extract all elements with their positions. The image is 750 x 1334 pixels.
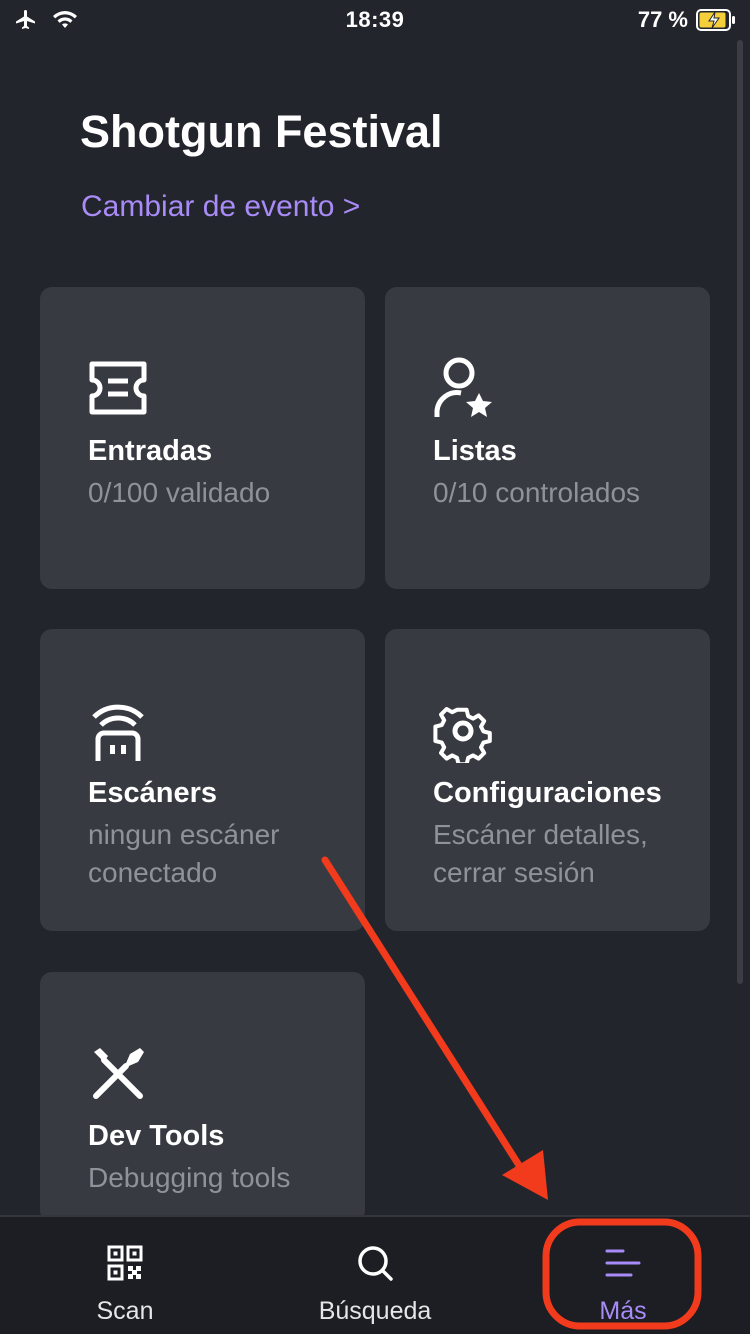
card-listas[interactable]: Listas 0/10 controlados <box>385 287 710 589</box>
menu-icon <box>605 1249 641 1277</box>
user-star-icon <box>434 357 492 417</box>
battery-charging-icon <box>696 9 735 31</box>
tab-mas[interactable]: Más <box>498 1217 748 1334</box>
card-configuraciones[interactable]: Configuraciones Escáner detalles, cerrar… <box>385 629 710 931</box>
battery-percentage: 77 % <box>637 7 688 32</box>
card-dev-tools[interactable]: Dev Tools Debugging tools <box>40 972 365 1222</box>
card-subtitle: 0/10 controlados <box>433 477 641 508</box>
card-subtitle: Debugging tools <box>88 1162 291 1193</box>
tab-bar: Scan Búsqueda Más <box>0 1215 750 1334</box>
tab-label: Scan <box>96 1297 154 1325</box>
tab-label: Búsqueda <box>318 1297 432 1325</box>
status-bar: 18:39 77 % <box>0 0 750 40</box>
qr-code-icon <box>107 1245 143 1281</box>
tab-busqueda[interactable]: Búsqueda <box>250 1217 500 1334</box>
card-entradas[interactable]: Entradas 0/100 validado <box>40 287 365 589</box>
ticket-icon <box>89 361 147 415</box>
card-title: Configuraciones <box>433 777 662 809</box>
annotation-arrowhead <box>502 1150 548 1200</box>
card-subtitle: ningun escáner conectado <box>88 819 280 888</box>
tab-scan[interactable]: Scan <box>0 1217 250 1334</box>
status-left <box>14 8 214 32</box>
gear-icon <box>433 707 492 763</box>
scanner-wifi-icon <box>92 704 144 761</box>
status-time: 18:39 <box>345 7 405 32</box>
card-title: Escáners <box>88 777 217 809</box>
card-title: Listas <box>433 435 517 467</box>
tab-label: Más <box>599 1297 647 1325</box>
status-right: 77 % <box>536 7 736 33</box>
search-icon <box>358 1246 393 1281</box>
tools-icon <box>93 1048 144 1099</box>
card-subtitle: Escáner detalles, cerrar sesión <box>433 819 648 888</box>
card-escaners[interactable]: Escáners ningun escáner conectado <box>40 629 365 931</box>
wifi-icon <box>53 11 77 28</box>
card-title: Entradas <box>88 435 213 467</box>
card-title: Dev Tools <box>88 1120 225 1152</box>
airplane-icon <box>16 10 35 29</box>
card-subtitle: 0/100 validado <box>88 477 271 508</box>
change-event-link[interactable]: Cambiar de evento > <box>81 190 360 224</box>
scrollbar[interactable] <box>737 40 743 984</box>
event-title: Shotgun Festival <box>80 106 443 157</box>
